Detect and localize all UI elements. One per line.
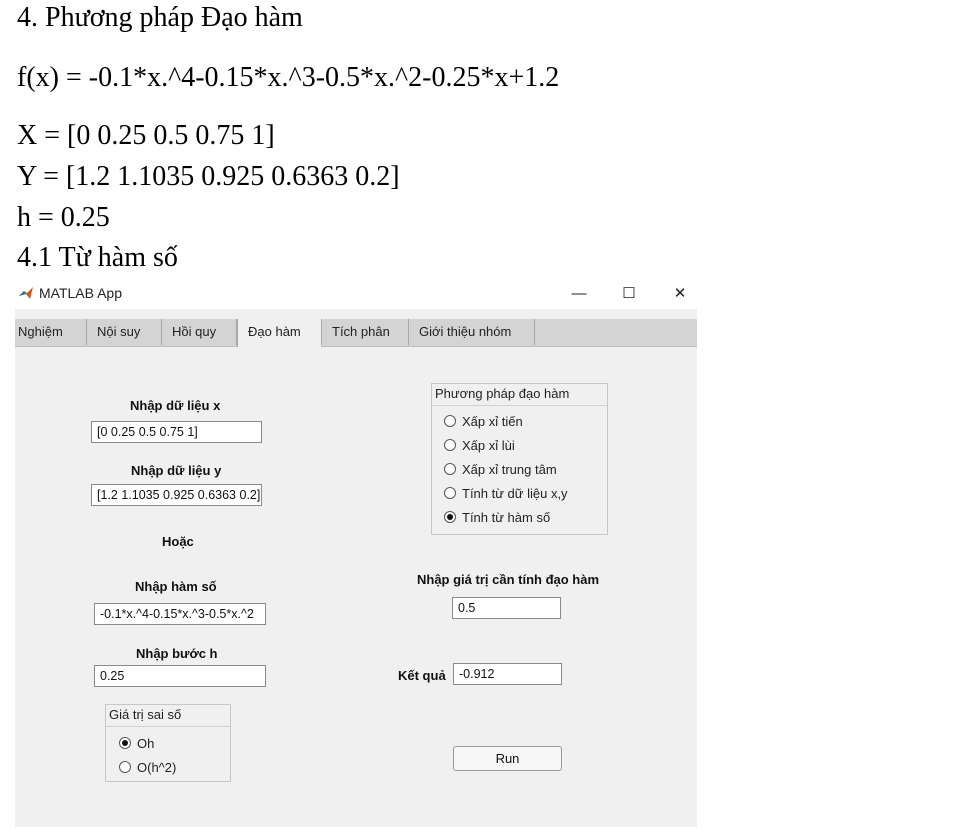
doc-subheading: 4.1 Từ hàm số — [17, 242, 178, 273]
radio-oh2-indicator[interactable] — [119, 761, 131, 773]
method-group-title: Phương pháp đạo hàm — [435, 386, 570, 401]
function-label: Nhập hàm số — [135, 579, 217, 594]
error-order-group: Giá trị sai số Oh O(h^2) — [105, 704, 231, 782]
radio-oh-label: Oh — [137, 736, 155, 751]
step-input[interactable]: 0.25 — [94, 665, 266, 687]
doc-heading: 4. Phương pháp Đạo hàm — [17, 2, 303, 33]
radio-central-label: Xấp xỉ trung tâm — [462, 462, 557, 477]
result-label: Kết quả — [398, 668, 446, 683]
radio-oh2-label: O(h^2) — [137, 760, 177, 775]
tab-noi-suy[interactable]: Nội suy — [87, 319, 162, 345]
function-input[interactable]: -0.1*x.^4-0.15*x.^3-0.5*x.^2 — [94, 603, 266, 625]
doc-x-line: X = [0 0.25 0.5 0.75 1] — [17, 120, 275, 151]
close-button[interactable]: ✕ — [667, 282, 693, 306]
radio-from-data-indicator[interactable] — [444, 487, 456, 499]
point-input[interactable]: 0.5 — [452, 597, 561, 619]
point-label: Nhập giá trị cần tính đạo hàm — [417, 572, 600, 587]
doc-h-line: h = 0.25 — [17, 202, 110, 233]
group-divider — [432, 405, 607, 406]
window-titlebar[interactable]: MATLAB App — ☐ ✕ — [15, 279, 697, 309]
radio-oh-indicator[interactable] — [119, 737, 131, 749]
maximize-button[interactable]: ☐ — [616, 282, 642, 306]
run-button[interactable]: Run — [453, 746, 562, 771]
x-data-label: Nhập dữ liệu x — [130, 398, 221, 413]
radio-backward-label: Xấp xỉ lùi — [462, 438, 515, 453]
radio-forward-label: Xấp xỉ tiến — [462, 414, 523, 429]
group-divider — [106, 726, 230, 727]
doc-function-line: f(x) = -0.1*x.^4-0.15*x.^3-0.5*x.^2-0.25… — [17, 62, 560, 93]
matlab-app-window: MATLAB App — ☐ ✕ Nghiệm Nội suy Hồi quy … — [15, 279, 697, 827]
radio-from-function-label: Tính từ hàm số — [462, 510, 551, 525]
tab-nghiem[interactable]: Nghiệm — [15, 319, 87, 345]
x-data-input[interactable]: [0 0.25 0.5 0.75 1] — [91, 421, 262, 443]
y-data-input[interactable]: [1.2 1.1035 0.925 0.6363 0.2] — [91, 484, 262, 506]
radio-central-indicator[interactable] — [444, 463, 456, 475]
tab-bar: Nghiệm Nội suy Hồi quy Đạo hàm Tích phân… — [15, 319, 697, 347]
or-label: Hoặc — [162, 534, 194, 549]
doc-y-line: Y = [1.2 1.1035 0.925 0.6363 0.2] — [17, 161, 400, 192]
radio-from-function-indicator[interactable] — [444, 511, 456, 523]
radio-backward-indicator[interactable] — [444, 439, 456, 451]
tab-tich-phan[interactable]: Tích phân — [321, 319, 409, 345]
matlab-logo-icon — [18, 285, 34, 301]
radio-forward-indicator[interactable] — [444, 415, 456, 427]
tab-gioi-thieu-nhom[interactable]: Giới thiệu nhóm — [409, 319, 535, 345]
window-title: MATLAB App — [39, 285, 123, 301]
y-data-label: Nhập dữ liệu y — [131, 463, 222, 478]
step-label: Nhập bước h — [136, 646, 218, 661]
tab-hoi-quy[interactable]: Hồi quy — [162, 319, 237, 345]
radio-from-data-label: Tính từ dữ liệu x,y — [462, 486, 568, 501]
result-output[interactable]: -0.912 — [453, 663, 562, 685]
minimize-button[interactable]: — — [566, 282, 592, 306]
method-group: Phương pháp đạo hàm Xấp xỉ tiến Xấp xỉ l… — [431, 383, 608, 535]
error-order-title: Giá trị sai số — [109, 707, 182, 722]
tab-dao-ham[interactable]: Đạo hàm — [237, 319, 321, 347]
